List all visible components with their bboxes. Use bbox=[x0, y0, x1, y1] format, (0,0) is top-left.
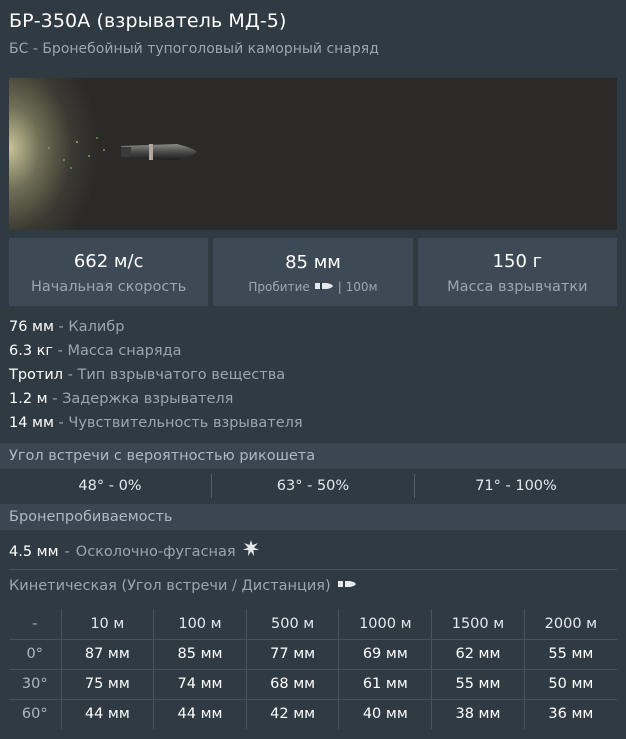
value-cell: 42 мм bbox=[245, 699, 339, 729]
angle-cell: 60° bbox=[21, 706, 48, 723]
value-cell: 36 мм bbox=[523, 699, 617, 729]
stats-row: 662 м/с Начальная скорость 85 мм Пробити… bbox=[9, 238, 617, 306]
column-header: 2000 м bbox=[523, 609, 617, 640]
angle-cell: 30° bbox=[9, 669, 61, 700]
stat-value: 150 г bbox=[492, 251, 543, 272]
value-cell: 85 мм bbox=[153, 639, 247, 670]
stat-label: Начальная скорость bbox=[30, 279, 187, 295]
explosion-icon bbox=[242, 539, 260, 564]
column-header: 100 м bbox=[153, 609, 247, 640]
property-desc: Чувствительность взрывателя bbox=[68, 415, 303, 431]
ricochet-row: 48° - 0% 63° - 50% 71° - 100% bbox=[9, 474, 617, 498]
value-cell: 68 мм bbox=[245, 669, 339, 700]
property-fuse-sensitivity: 14 мм - Чувствительность взрывателя bbox=[9, 415, 303, 431]
divider bbox=[9, 569, 617, 570]
value-cell: 74 мм bbox=[153, 669, 247, 700]
property-desc: Задержка взрывателя bbox=[62, 391, 234, 407]
ricochet-cell: 71° - 100% bbox=[414, 474, 617, 498]
stat-label-group: Пробитие | 100м bbox=[248, 280, 377, 295]
shell-subtitle: БС - Бронебойный тупоголовый каморный сн… bbox=[9, 41, 379, 57]
stat-label: Масса взрывчатки bbox=[447, 279, 588, 295]
value-cell: 55 мм bbox=[431, 669, 525, 700]
stat-value: 662 м/с bbox=[73, 251, 144, 272]
property-value: 76 мм bbox=[9, 319, 54, 335]
stat-suffix: | 100м bbox=[337, 280, 378, 294]
shell-icon bbox=[337, 577, 357, 595]
kinetic-title: Кинетическая (Угол встречи / Дистанция) bbox=[9, 578, 331, 594]
property-value: 6.3 кг bbox=[9, 343, 54, 359]
value-cell: 55 мм bbox=[523, 639, 617, 670]
projectile-render bbox=[48, 137, 197, 169]
shell-icon bbox=[314, 280, 334, 295]
stat-label: Пробитие bbox=[248, 280, 310, 294]
shell-preview-image bbox=[9, 78, 617, 230]
property-value: 14 мм bbox=[9, 415, 54, 431]
kinetic-header: Кинетическая (Угол встречи / Дистанция) bbox=[9, 577, 357, 595]
column-header: 500 м bbox=[245, 609, 339, 640]
value-cell: 40 мм bbox=[338, 699, 432, 729]
value-cell: 61 мм bbox=[338, 669, 432, 700]
he-penetration-row: 4.5 мм - Осколочно-фугасная bbox=[9, 539, 260, 564]
property-shell-mass: 6.3 кг - Масса снаряда bbox=[9, 343, 182, 359]
column-header: 1000 м bbox=[338, 609, 432, 640]
table-row: 30° 75 мм 74 мм 68 мм 61 мм 55 мм 50 мм bbox=[9, 669, 617, 700]
column-header: 10 м bbox=[60, 609, 154, 640]
table-row: 0° 87 мм 85 мм 77 мм 69 мм 62 мм 55 мм bbox=[9, 639, 617, 670]
angle-cell: 0° bbox=[9, 639, 61, 670]
ricochet-cell: 48° - 0% bbox=[78, 478, 142, 494]
ricochet-cell: 63° - 50% bbox=[211, 474, 414, 498]
property-caliber: 76 мм - Калибр bbox=[9, 319, 125, 335]
value-cell: 44 мм bbox=[153, 699, 247, 729]
he-value: 4.5 мм bbox=[9, 543, 59, 560]
stat-muzzle-velocity: 662 м/с Начальная скорость bbox=[9, 238, 209, 306]
property-desc: Калибр bbox=[68, 319, 125, 335]
table-header-row: - 10 м 100 м 500 м 1000 м 1500 м 2000 м bbox=[9, 609, 617, 640]
table-row: 60° 44 мм 44 мм 42 мм 40 мм 38 мм 36 мм bbox=[9, 699, 617, 729]
value-cell: 38 мм bbox=[431, 699, 525, 729]
value-cell: 87 мм bbox=[60, 639, 154, 670]
property-value: Тротил bbox=[9, 367, 64, 383]
ricochet-section-header: Угол встречи с вероятностью рикошета bbox=[0, 443, 626, 469]
armor-section-header: Бронепробиваемость bbox=[0, 504, 626, 530]
value-cell: 69 мм bbox=[338, 639, 432, 670]
value-cell: 62 мм bbox=[431, 639, 525, 670]
stat-penetration: 85 мм Пробитие | 100м bbox=[213, 238, 413, 306]
property-desc: Масса снаряда bbox=[67, 343, 182, 359]
stat-explosive-mass: 150 г Масса взрывчатки bbox=[417, 238, 617, 306]
stat-value: 85 мм bbox=[285, 251, 341, 273]
shell-title: БР-350А (взрыватель МД-5) bbox=[9, 10, 287, 32]
property-fuse-delay: 1.2 м - Задержка взрывателя bbox=[9, 391, 234, 407]
value-cell: 75 мм bbox=[60, 669, 154, 700]
property-desc: Тип взрывчатого вещества bbox=[77, 367, 286, 383]
property-list: 76 мм - Калибр 6.3 кг - Масса снаряда Тр… bbox=[9, 316, 303, 436]
value-cell: 50 мм bbox=[523, 669, 617, 700]
value-cell: 44 мм bbox=[60, 699, 154, 729]
property-value: 1.2 м bbox=[9, 391, 48, 407]
particles bbox=[48, 137, 105, 169]
property-explosive-type: Тротил - Тип взрывчатого вещества bbox=[9, 367, 286, 383]
column-header: - bbox=[9, 609, 61, 640]
penetration-table: - 10 м 100 м 500 м 1000 м 1500 м 2000 м … bbox=[9, 609, 617, 729]
value-cell: 77 мм bbox=[245, 639, 339, 670]
column-header: 1500 м bbox=[431, 609, 525, 640]
he-desc: Осколочно-фугасная bbox=[75, 543, 236, 560]
